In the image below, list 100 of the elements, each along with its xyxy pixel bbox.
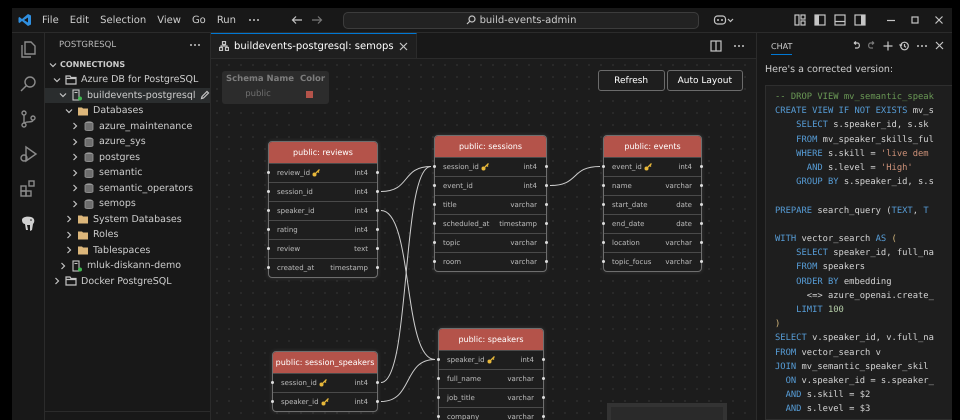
tree-item[interactable]: Tablespaces xyxy=(45,242,210,258)
port-dot xyxy=(376,171,379,174)
tree-item[interactable]: Docker PostgreSQL xyxy=(45,274,210,289)
port-dot xyxy=(376,400,379,403)
tree-item[interactable]: semantic xyxy=(45,165,210,180)
port-dot xyxy=(271,381,274,384)
port-dot xyxy=(433,184,436,187)
port-dot xyxy=(267,209,270,212)
customize-layout-icon[interactable] xyxy=(794,14,806,26)
tree-item[interactable]: Roles xyxy=(45,227,210,242)
table-title: public: session_speakers xyxy=(273,352,377,373)
close-icon[interactable] xyxy=(935,41,944,50)
menu-item[interactable]: View xyxy=(157,14,181,26)
server-icon xyxy=(71,260,83,272)
folder-outline-icon xyxy=(65,275,77,288)
tree-item[interactable]: System Databases xyxy=(45,212,210,227)
code-line: FROM mv_speaker_skills_ful xyxy=(795,134,935,147)
port-dot xyxy=(376,228,379,231)
menu-item[interactable]: Edit xyxy=(70,14,90,26)
code-line: ORDER BY embedding xyxy=(795,276,893,289)
database-icon xyxy=(83,182,95,194)
menu-item[interactable]: File xyxy=(42,14,59,26)
tree-item[interactable]: azure_sys xyxy=(45,134,210,150)
menu-item[interactable]: Run xyxy=(216,14,236,26)
port-dot xyxy=(545,165,548,168)
folder-icon xyxy=(77,104,89,117)
folder-outline-icon xyxy=(65,74,77,86)
toolbar-button[interactable]: Refresh xyxy=(598,70,665,91)
search-icon[interactable] xyxy=(18,74,38,94)
port-dot xyxy=(267,247,270,250)
port-dot xyxy=(267,266,270,269)
code-line: PREPARE search_query (TEXT, T xyxy=(775,204,930,218)
code-line: JOIN mv_semantic_speaker_skil xyxy=(775,360,930,374)
port-dot xyxy=(376,247,379,250)
toggle-secondary-sidebar-icon[interactable] xyxy=(854,14,866,26)
port-dot xyxy=(700,260,703,263)
menu-item[interactable]: Go xyxy=(192,14,206,26)
redo-icon[interactable] xyxy=(867,40,877,50)
port-dot xyxy=(700,222,703,225)
port-dot xyxy=(433,203,436,206)
port-dot xyxy=(433,241,436,244)
toolbar-button[interactable]: Auto Layout xyxy=(666,70,743,91)
code-line: ON v.speaker_id = s.speaker_ xyxy=(784,375,935,388)
legend-cell-text: public xyxy=(244,89,272,99)
tree-item[interactable]: mluk-diskann-demo xyxy=(45,258,210,274)
folder-icon xyxy=(77,228,89,241)
close-icon[interactable] xyxy=(934,15,944,25)
code-line: -- DROP VIEW mv_semantic_speak xyxy=(775,91,935,104)
tree-item[interactable]: Databases xyxy=(45,103,210,118)
code-line: ) xyxy=(775,318,782,332)
port-dot xyxy=(602,260,605,263)
port-dot xyxy=(545,222,548,225)
tree-item[interactable]: semops xyxy=(45,196,210,212)
toggle-panel-icon[interactable] xyxy=(834,14,846,26)
port-dot xyxy=(542,358,545,361)
maximize-icon[interactable] xyxy=(910,15,920,25)
forward-arrow-icon[interactable] xyxy=(311,15,323,25)
port-dot xyxy=(700,184,703,187)
database-icon xyxy=(83,166,95,179)
copilot-icon[interactable] xyxy=(713,14,735,26)
app-logo-icon xyxy=(18,13,32,27)
back-arrow-icon[interactable] xyxy=(291,15,303,25)
plus-icon[interactable] xyxy=(883,40,893,50)
port-dot xyxy=(542,415,545,418)
history-icon[interactable] xyxy=(899,40,909,50)
port-dot xyxy=(267,228,270,231)
section-header[interactable]: CONNECTIONS xyxy=(45,57,210,72)
port-dot xyxy=(545,184,548,187)
code-line: <=> azure_openai.create_ xyxy=(806,290,935,303)
port-dot xyxy=(376,266,379,269)
tree-item[interactable]: semantic_operators xyxy=(45,180,210,196)
port-dot xyxy=(437,396,440,399)
database-icon xyxy=(83,136,95,148)
code-line: CREATE VIEW IF NOT EXISTS mv_s xyxy=(775,105,935,118)
search-icon xyxy=(466,15,476,25)
code-line: AND s.level = $3 xyxy=(784,403,872,416)
tree-item[interactable]: azure_maintenance xyxy=(45,118,210,134)
folder-icon xyxy=(77,244,89,256)
run-debug-icon[interactable] xyxy=(18,144,38,164)
port-dot xyxy=(433,165,436,168)
editor-tab[interactable]: buildevents-postgresql: semops xyxy=(211,33,417,58)
port-dot xyxy=(542,396,545,399)
code-line: FROM speakers xyxy=(795,261,866,274)
tree-item[interactable]: Azure DB for PostgreSQL xyxy=(45,72,210,88)
toggle-sidebar-icon[interactable] xyxy=(814,14,826,26)
server-icon xyxy=(71,89,83,102)
split-editor-icon[interactable] xyxy=(710,40,722,52)
code-line: WHERE s.skill = 'live dem xyxy=(795,148,930,161)
menu-item[interactable]: Selection xyxy=(100,14,146,26)
code-line: SELECT speaker_id, full_na xyxy=(795,247,935,260)
pencil-icon[interactable] xyxy=(200,90,210,100)
close-icon[interactable] xyxy=(398,42,408,50)
tree-item[interactable]: buildevents-postgresql xyxy=(45,88,210,103)
code-line: AND s.skill = $2 xyxy=(784,389,872,402)
chat-message: Here's a corrected version: xyxy=(764,63,894,75)
panel-tab[interactable]: CHAT xyxy=(771,36,792,54)
port-dot xyxy=(602,184,605,187)
command-center[interactable]: build-events-admin xyxy=(343,12,699,28)
undo-icon[interactable] xyxy=(851,40,861,50)
tree-item[interactable]: postgres xyxy=(45,150,210,165)
